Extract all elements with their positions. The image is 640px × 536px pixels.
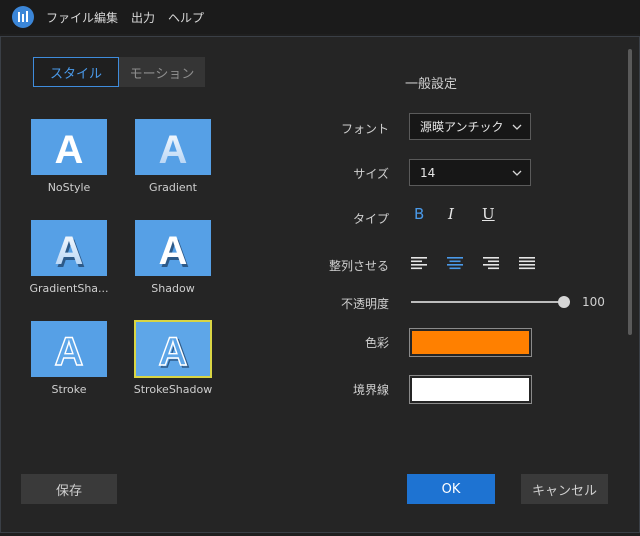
align-justify-icon[interactable] (519, 256, 535, 270)
bold-button[interactable]: B (414, 205, 424, 223)
svg-text:A: A (55, 330, 84, 374)
style-preview-stroke-shadow: A A (134, 320, 212, 378)
opacity-value: 100 (582, 295, 605, 309)
svg-text:A: A (159, 128, 188, 172)
svg-text:A: A (159, 330, 188, 374)
menu-help[interactable]: ヘルプ (168, 9, 204, 26)
color-label: 色彩 (364, 336, 389, 350)
font-select-value: 源暎アンチック (420, 120, 504, 134)
save-button[interactable]: 保存 (21, 474, 117, 504)
ok-button[interactable]: OK (407, 474, 495, 504)
italic-button[interactable]: I (448, 205, 454, 223)
chevron-down-icon (512, 124, 522, 130)
style-tile-gradient-shadow[interactable]: A A GradientSha... (29, 220, 109, 295)
letter-a-icon: A (159, 128, 188, 172)
border-label: 境界線 (352, 383, 389, 397)
size-select-value: 14 (420, 165, 436, 180)
style-preview-nostyle: A (31, 119, 107, 175)
menu-bar: ファイル 編集 出力 ヘルプ (0, 0, 640, 34)
menu-file[interactable]: ファイル (46, 9, 94, 26)
menu-export[interactable]: 出力 (131, 9, 155, 26)
chevron-down-icon (512, 170, 522, 176)
color-swatch-fill (412, 331, 529, 354)
scrollbar[interactable] (628, 49, 632, 335)
style-preview-gradient-shadow: A A (31, 220, 107, 276)
type-label: タイプ (352, 212, 389, 226)
style-label: Shadow (151, 282, 195, 295)
letter-a-icon: A A (158, 329, 190, 376)
letter-a-icon: A A (55, 229, 86, 276)
style-tile-stroke-shadow[interactable]: A A StrokeShadow (134, 320, 212, 396)
letter-a-icon: A (55, 128, 84, 172)
font-select[interactable]: 源暎アンチック (409, 113, 531, 140)
letter-a-icon: A (54, 329, 84, 374)
svg-text:A: A (55, 229, 84, 273)
underline-button[interactable]: U (482, 205, 495, 223)
style-label: NoStyle (47, 181, 91, 194)
cancel-button[interactable]: キャンセル (521, 474, 608, 504)
border-color-swatch-fill (412, 378, 529, 401)
size-select[interactable]: 14 (409, 159, 531, 186)
align-label: 整列させる (328, 259, 389, 273)
section-title-general: 一般設定 (405, 77, 458, 92)
font-label: フォント (340, 122, 389, 136)
style-tile-nostyle[interactable]: A NoStyle (31, 119, 107, 194)
style-tile-shadow[interactable]: A A Shadow (135, 220, 211, 295)
tab-motion[interactable]: モーション (119, 57, 205, 87)
size-label: サイズ (353, 167, 389, 181)
letter-a-icon: A A (159, 229, 190, 276)
menu-edit[interactable]: 編集 (94, 9, 118, 26)
style-label: Gradient (149, 181, 197, 194)
style-label: GradientSha... (29, 282, 109, 295)
opacity-slider-track[interactable] (411, 301, 563, 303)
style-label: StrokeShadow (133, 383, 213, 396)
align-left-icon[interactable] (411, 256, 427, 270)
align-center-icon[interactable] (447, 256, 463, 270)
opacity-slider-handle[interactable] (558, 296, 570, 308)
style-tile-stroke[interactable]: A Stroke (31, 321, 107, 396)
style-tile-gradient[interactable]: A Gradient (135, 119, 211, 194)
border-color-swatch[interactable] (409, 375, 532, 404)
style-preview-gradient: A (135, 119, 211, 175)
app-logo-icon (12, 6, 34, 28)
style-preview-stroke: A (31, 321, 107, 377)
align-right-icon[interactable] (483, 256, 499, 270)
style-preview-shadow: A A (135, 220, 211, 276)
style-label: Stroke (51, 383, 87, 396)
svg-text:A: A (159, 229, 188, 273)
opacity-label: 不透明度 (340, 297, 389, 311)
text-style-dialog: スタイル モーション A NoStyle A Gradient A A Grad… (0, 36, 640, 533)
tab-style[interactable]: スタイル (33, 57, 119, 87)
svg-text:A: A (55, 128, 84, 172)
color-swatch[interactable] (409, 328, 532, 357)
